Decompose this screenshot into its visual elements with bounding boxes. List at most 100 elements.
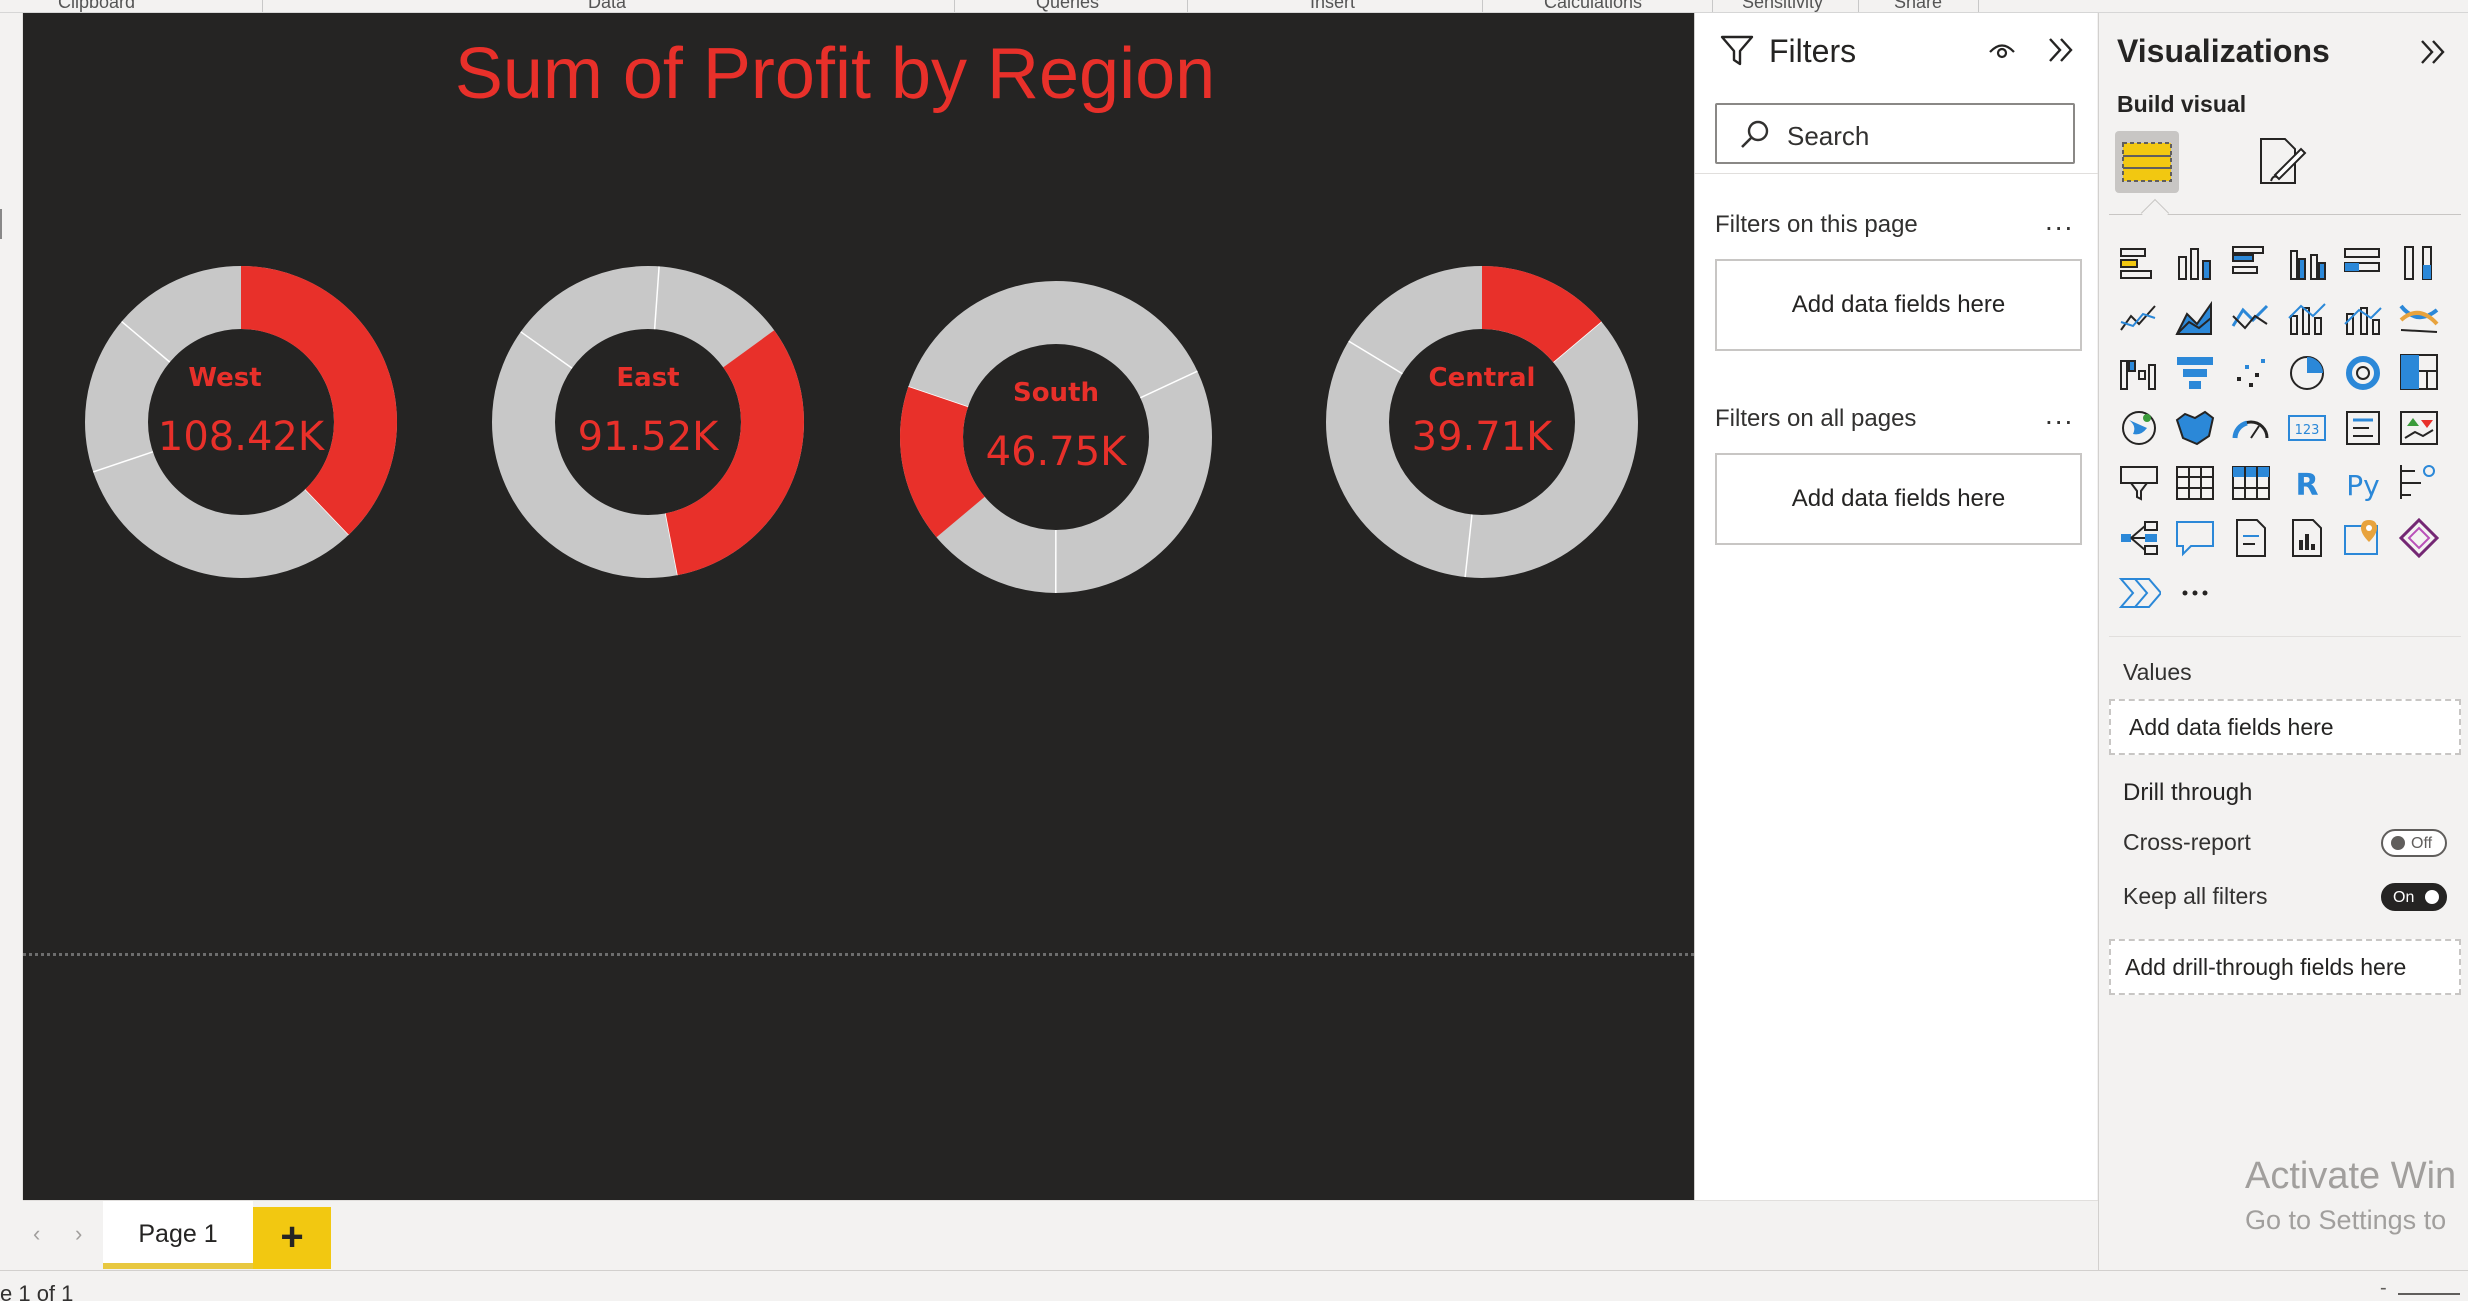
- drill-through-label: Drill through: [2123, 779, 2253, 806]
- decomposition-tree-icon-glyph: [2121, 521, 2158, 555]
- gauge-icon[interactable]: [2229, 406, 2273, 450]
- toggle-knob: [2391, 836, 2405, 850]
- cross-report-state: Off: [2411, 835, 2433, 852]
- filters-page-more-button[interactable]: ...: [2045, 205, 2074, 237]
- ribbon-group-insert: Insert: [1310, 0, 1356, 12]
- fields-table-icon: [2122, 142, 2172, 182]
- ribbon-chart-icon[interactable]: [2397, 296, 2441, 340]
- previous-page-arrow-icon[interactable]: ‹: [33, 1221, 40, 1247]
- table-icon[interactable]: [2173, 461, 2217, 505]
- treemap-icon[interactable]: [2397, 351, 2441, 395]
- donut-chart-west[interactable]: West 108.42K: [71, 252, 411, 592]
- 100-stacked-column-chart-icon[interactable]: [2397, 241, 2441, 285]
- python-visual-icon-glyph: Py: [2346, 469, 2379, 502]
- donut-chart-east[interactable]: East 91.52K: [478, 252, 818, 592]
- report-canvas[interactable]: Sum of Profit by Region West 108.42K East 9…: [23, 13, 1694, 1200]
- kpi-icon[interactable]: [2397, 406, 2441, 450]
- drill-through-drop-well[interactable]: Add drill-through fields here: [2109, 939, 2461, 995]
- smart-narrative-icon-glyph: [2236, 519, 2266, 557]
- values-label: Values: [2123, 659, 2192, 685]
- viz-section-divider: [2109, 636, 2461, 637]
- funnel-chart-icon-glyph: [2177, 357, 2213, 389]
- cross-report-toggle[interactable]: Off: [2381, 829, 2447, 857]
- report-title[interactable]: Sum of Profit by Region: [23, 33, 1647, 115]
- visualizations-pane: Visualizations Build visual 123 R Py Value…: [2098, 13, 2468, 1300]
- map-icon[interactable]: [2117, 406, 2161, 450]
- area-chart-icon-glyph: [2175, 300, 2212, 335]
- azure-map-icon[interactable]: [2341, 516, 2385, 560]
- format-visual-tab[interactable]: [2247, 131, 2311, 193]
- filters-search-input[interactable]: Search: [1715, 103, 2075, 164]
- donut-highlight-slice-west[interactable]: [241, 266, 397, 535]
- values-drop-well[interactable]: Add data fields here: [2109, 699, 2461, 755]
- eye-icon[interactable]: [1987, 39, 2017, 63]
- donut-chart-central[interactable]: Central 39.71K: [1312, 252, 1652, 592]
- funnel-chart-icon[interactable]: [2173, 351, 2217, 395]
- stacked-area-chart-icon-glyph: [2231, 304, 2269, 330]
- clustered-bar-chart-icon[interactable]: [2229, 241, 2273, 285]
- keep-all-filters-toggle[interactable]: On: [2381, 883, 2447, 911]
- line-chart-icon[interactable]: [2117, 296, 2161, 340]
- zoom-slider[interactable]: [2398, 1293, 2460, 1295]
- waterfall-chart-icon[interactable]: [2117, 351, 2161, 395]
- python-visual-icon[interactable]: Py: [2341, 461, 2385, 505]
- more-visuals-icon[interactable]: [2173, 571, 2217, 615]
- next-page-arrow-icon[interactable]: ›: [75, 1221, 82, 1247]
- line-and-stacked-column-chart-icon[interactable]: [2285, 296, 2329, 340]
- page-tab-page-1[interactable]: Page 1: [103, 1201, 253, 1269]
- keep-all-filters-label: Keep all filters: [2123, 883, 2268, 909]
- left-view-gutter: [0, 13, 23, 1200]
- ribbon-separator: [262, 0, 263, 12]
- smart-narrative-icon[interactable]: [2229, 516, 2273, 560]
- area-chart-icon[interactable]: [2173, 296, 2217, 340]
- search-placeholder: Search: [1787, 121, 1870, 151]
- svg-text:Py: Py: [2346, 469, 2379, 502]
- r-script-visual-icon[interactable]: R: [2285, 461, 2329, 505]
- gauge-icon-glyph: [2232, 420, 2269, 439]
- matrix-icon[interactable]: [2229, 461, 2273, 505]
- ribbon-separator: [1187, 0, 1188, 12]
- donut-category-label: Central: [1429, 363, 1536, 393]
- ribbon-group-labels: Clipboard Data Queries Insert Calculatio…: [0, 0, 2468, 13]
- filters-on-all-pages-label: Filters on all pages: [1715, 405, 1917, 432]
- pie-chart-icon[interactable]: [2285, 351, 2329, 395]
- decomposition-tree-icon[interactable]: [2117, 516, 2161, 560]
- key-influencers-icon[interactable]: [2397, 461, 2441, 505]
- donut-chart-icon[interactable]: [2341, 351, 2385, 395]
- filters-page-drop-well[interactable]: Add data fields here: [1715, 259, 2082, 351]
- filter-funnel-icon: [1720, 35, 1754, 66]
- power-automate-icon[interactable]: [2117, 571, 2161, 615]
- zoom-out-button[interactable]: -: [2380, 1277, 2387, 1300]
- treemap-icon-glyph: [2400, 354, 2438, 390]
- filled-map-icon-glyph: [2175, 410, 2215, 446]
- key-influencers-icon-glyph: [2400, 465, 2435, 499]
- power-apps-icon[interactable]: [2397, 516, 2441, 560]
- clustered-column-chart-icon-glyph: [2290, 250, 2326, 280]
- scatter-chart-icon[interactable]: [2229, 351, 2273, 395]
- card-icon[interactable]: 123: [2285, 406, 2329, 450]
- scatter-chart-icon-glyph: [2237, 359, 2265, 387]
- stacked-area-chart-icon[interactable]: [2229, 296, 2273, 340]
- filters-title: Filters: [1769, 33, 1857, 69]
- page-boundary-line: [23, 953, 1694, 956]
- stacked-bar-chart-icon-glyph: [2120, 248, 2152, 279]
- stacked-bar-chart-icon[interactable]: [2117, 241, 2161, 285]
- map-icon-glyph: [2122, 411, 2156, 445]
- 100-stacked-bar-chart-icon[interactable]: [2341, 241, 2385, 285]
- filters-all-pages-more-button[interactable]: ...: [2045, 399, 2074, 431]
- clustered-column-chart-icon[interactable]: [2285, 241, 2329, 285]
- line-and-clustered-column-chart-icon[interactable]: [2341, 296, 2385, 340]
- slicer-icon[interactable]: [2117, 461, 2161, 505]
- filled-map-icon[interactable]: [2173, 406, 2217, 450]
- stacked-column-chart-icon[interactable]: [2173, 241, 2217, 285]
- donut-chart-south[interactable]: South 46.75K: [886, 267, 1226, 607]
- card-icon-glyph: 123: [2288, 415, 2326, 441]
- collapse-visualizations-icon[interactable]: [2417, 37, 2449, 67]
- build-visual-tab[interactable]: [2115, 131, 2179, 193]
- filters-all-pages-drop-well[interactable]: Add data fields here: [1715, 453, 2082, 545]
- multi-row-card-icon[interactable]: [2341, 406, 2385, 450]
- qa-icon[interactable]: [2173, 516, 2217, 560]
- add-page-button[interactable]: +: [253, 1207, 331, 1269]
- collapse-filters-icon[interactable]: [2045, 35, 2077, 65]
- paginated-report-icon[interactable]: [2285, 516, 2329, 560]
